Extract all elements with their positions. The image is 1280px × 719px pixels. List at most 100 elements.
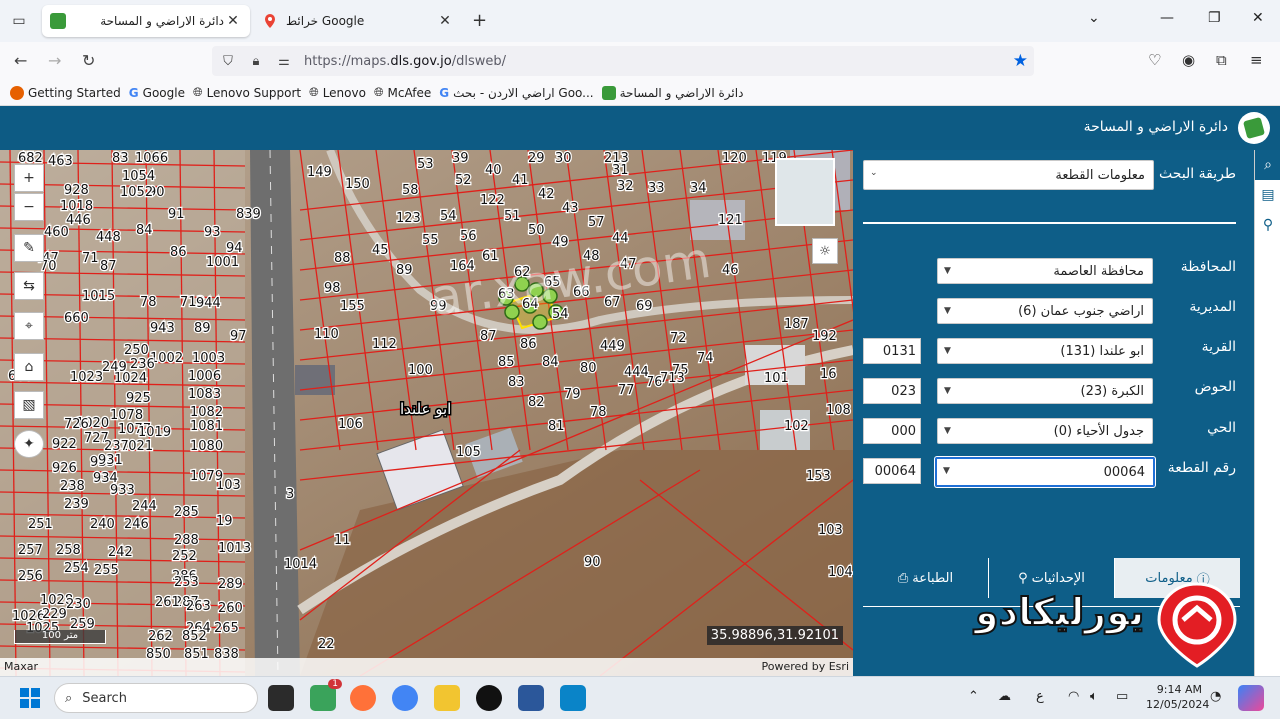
parcel-number-label: 81 (548, 419, 565, 434)
bookmark-jordan-lands-search[interactable]: G اراضي الاردن - بحث Goo... (439, 86, 593, 100)
word-icon[interactable] (518, 685, 544, 711)
restore-icon[interactable]: ❐ (1208, 10, 1221, 26)
search-method-select[interactable]: ⌄ معلومات القطعة (863, 160, 1154, 190)
parcel-number-label: 45 (372, 243, 389, 258)
bookmark-dls[interactable]: دائرة الاراضي و المساحة (601, 85, 743, 100)
layers-icon[interactable]: ▤ (1255, 180, 1280, 210)
tab-dls[interactable]: دائرة الاراضي و المساحة ✕ (42, 5, 250, 37)
forward-icon[interactable]: → (48, 51, 61, 70)
satellite-map[interactable]: 4524438310663929302131201195314915040524… (0, 150, 853, 676)
tiktok-icon[interactable] (476, 685, 502, 711)
search-icon[interactable]: ⌕ (1255, 150, 1280, 180)
volume-icon[interactable]: 🔈︎ (1090, 689, 1098, 704)
windows-start-icon[interactable] (20, 688, 40, 708)
location-pin-icon[interactable]: ⚲ (1255, 210, 1280, 240)
onedrive-icon[interactable]: ☁ (998, 689, 1011, 704)
compass-icon[interactable]: ✦ (14, 430, 44, 458)
shield-icon[interactable]: ⛉ (216, 54, 240, 69)
parcel-number-select[interactable]: ▼ 00064 (935, 457, 1155, 487)
parcel-number-label: 150 (345, 177, 370, 192)
zoom-out-button[interactable]: − (14, 193, 44, 221)
input-language[interactable]: ع (1036, 689, 1044, 704)
bookmark-lenovo[interactable]: 🌐︎ Lenovo (309, 85, 366, 100)
governorate-select[interactable]: ▼ محافظة العاصمة (937, 258, 1153, 284)
user-pin-icon: ⚲ (1018, 570, 1028, 586)
parcel-number-label: 928 (64, 183, 89, 198)
chrome-icon[interactable] (392, 685, 418, 711)
url-bar[interactable]: ⛉ 🔒︎ ⚌ https://maps.dls.gov.jo/dlsweb/ ★ (212, 46, 1034, 76)
bookmark-mcafee[interactable]: 🌐︎ McAfee (374, 85, 431, 100)
parcel-number-label: 1023 (70, 370, 103, 385)
minimize-icon[interactable]: — (1160, 10, 1174, 26)
measure-icon[interactable]: ⇆ (14, 272, 44, 300)
parcel-vertex-marker[interactable] (532, 314, 548, 330)
pocket-icon[interactable]: ♡ (1148, 51, 1161, 69)
parcel-number-label: 288 (174, 533, 199, 548)
parcel-number-label: 39 (452, 151, 469, 166)
copilot-icon[interactable] (1238, 685, 1264, 711)
overview-minimap[interactable] (775, 158, 835, 226)
parcel-number-label: 1018 (60, 199, 93, 214)
store-icon[interactable]: 1 (310, 679, 342, 711)
basin-code-input[interactable]: 023 (863, 378, 921, 404)
basin-select[interactable]: ▼ الكبرة (23) (937, 378, 1153, 404)
parcel-number-label: 87 (480, 329, 497, 344)
parcel-number-label: 446 (66, 213, 91, 228)
task-view-icon[interactable] (268, 685, 294, 711)
file-explorer-icon[interactable] (434, 685, 460, 711)
parcel-number-label: 253 (174, 575, 199, 590)
reload-icon[interactable]: ↻ (82, 51, 95, 70)
bookmark-google[interactable]: G Google (129, 86, 185, 100)
parcel-number-label: 91 (168, 207, 185, 222)
extensions-icon[interactable]: ⧉ (1216, 51, 1227, 69)
lock-icon[interactable]: 🔒︎ (244, 54, 268, 69)
basemap-icon[interactable]: ▧ (14, 391, 44, 419)
close-window-icon[interactable]: ✕ (1252, 10, 1264, 26)
directorate-select[interactable]: ▼ اراضي جنوب عمان (6) (937, 298, 1153, 324)
tab-print[interactable]: ⎙ الطباعة (863, 558, 989, 598)
notification-icon[interactable]: ◔ (1210, 689, 1221, 704)
close-tab-icon[interactable]: ✕ (224, 13, 242, 29)
photos-icon[interactable] (560, 685, 586, 711)
back-icon[interactable]: ← (14, 51, 27, 70)
parcel-code-input[interactable]: 00064 (863, 458, 921, 484)
account-icon[interactable]: ◉ (1182, 51, 1195, 69)
tab-google-maps[interactable]: خرائط Google ✕ (254, 5, 462, 37)
wifi-icon[interactable]: ◠ (1068, 689, 1079, 704)
draw-pencil-icon[interactable]: ✎ (14, 234, 44, 262)
parcel-number-label: 944 (196, 296, 221, 311)
village-select[interactable]: ▼ ابو علندا (131) (937, 338, 1153, 364)
parcel-number-label: 58 (402, 183, 419, 198)
battery-icon[interactable]: ▭ (1116, 689, 1128, 704)
search-method-label: طريقة البحث (1159, 166, 1236, 182)
list-all-tabs-icon[interactable]: ⌄ (1088, 10, 1100, 26)
url-text[interactable]: https://maps.dls.gov.jo/dlsweb/ (304, 54, 506, 69)
tray-overflow-icon[interactable]: ⌃ (968, 689, 979, 704)
permissions-icon[interactable]: ⚌ (272, 54, 296, 69)
browser-tab-bar: ▭ دائرة الاراضي و المساحة ✕ خرائط Google… (0, 0, 1280, 42)
parcel-number-label: 86 (170, 245, 187, 260)
map-view[interactable]: 4524438310663929302131201195314915040524… (0, 150, 853, 676)
daylight-icon[interactable]: ☼ (812, 238, 838, 264)
taskbar-search[interactable]: ⌕ Search (54, 683, 258, 713)
parcel-number-label: 71 (82, 251, 99, 266)
bookmark-getting-started[interactable]: Getting Started (10, 85, 121, 100)
neighborhood-code-input[interactable]: 000 (863, 418, 921, 444)
new-tab-icon[interactable]: + (472, 10, 487, 31)
taskbar-clock[interactable]: 9:14 AM 12/05/2024 (1146, 682, 1209, 712)
menu-icon[interactable]: ≡ (1250, 51, 1263, 69)
tab-list-icon[interactable]: ▭ (8, 10, 30, 32)
neighborhood-label: الحي (1207, 420, 1236, 436)
home-icon[interactable]: ⌂ (14, 353, 44, 381)
attribution-esri[interactable]: Powered by Esri (761, 660, 849, 674)
parcel-number-label: 254 (64, 561, 89, 576)
bookmark-star-icon[interactable]: ★ (1013, 51, 1028, 71)
zoom-in-button[interactable]: + (14, 164, 44, 192)
bookmark-lenovo-support[interactable]: 🌐︎ Lenovo Support (193, 85, 301, 100)
parcel-number-label: 261 (155, 595, 180, 610)
neighborhood-select[interactable]: ▼ جدول الأحياء (0) (937, 418, 1153, 444)
village-code-input[interactable]: 0131 (863, 338, 921, 364)
firefox-icon[interactable] (350, 685, 376, 711)
locate-icon[interactable]: ⌖ (14, 312, 44, 340)
close-tab-icon[interactable]: ✕ (436, 13, 454, 29)
